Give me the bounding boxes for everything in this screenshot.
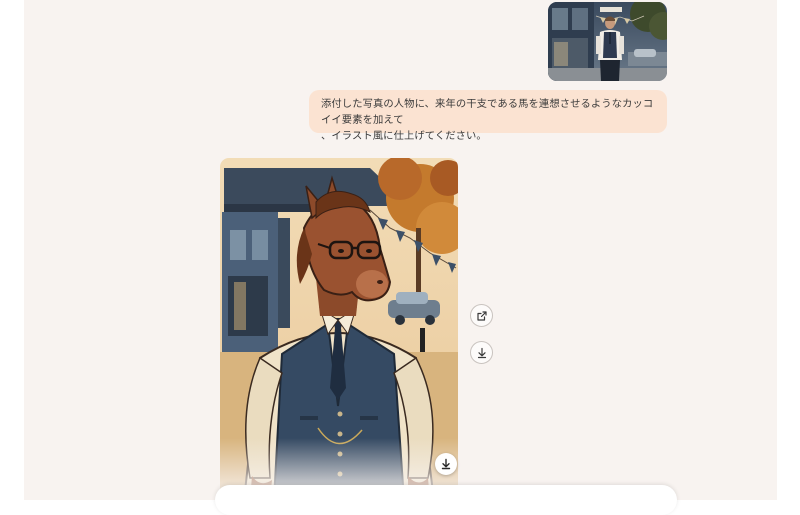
user-message-line-1: 添付した写真の人物に、来年の干支である馬を連想させるようなカッコイイ要素を加えて <box>321 98 654 126</box>
message-composer[interactable] <box>215 485 677 515</box>
image-download-button[interactable] <box>435 453 457 475</box>
photo-thumbnail-image <box>548 2 667 81</box>
download-button[interactable] <box>470 341 493 364</box>
uploaded-photo-thumbnail[interactable] <box>548 2 667 81</box>
share-icon <box>476 310 487 321</box>
share-button[interactable] <box>470 304 493 327</box>
download-icon <box>441 458 451 470</box>
app-window: 添付した写真の人物に、来年の干支である馬を連想させるようなカッコイイ要素を加えて… <box>0 0 800 515</box>
generated-image[interactable] <box>220 158 458 500</box>
download-icon <box>477 347 486 358</box>
user-message-bubble: 添付した写真の人物に、来年の干支である馬を連想させるようなカッコイイ要素を加えて… <box>309 90 667 142</box>
user-message-line-2: 、イラスト風に仕上げてください。 <box>321 130 487 142</box>
horse-illustration <box>220 158 458 500</box>
